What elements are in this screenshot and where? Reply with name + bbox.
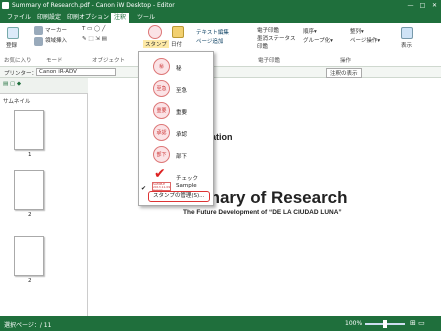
stamp-important-label[interactable]: 重要	[176, 108, 187, 116]
printer-label: プリンター：	[4, 71, 38, 77]
date-button[interactable]: 日付	[171, 40, 182, 48]
menu-bar: ファイル 印刷設定 印刷オプション 注釈 ツール	[0, 12, 441, 23]
close-button[interactable]: ✕	[428, 1, 441, 10]
thumbnail-page-num-2: 2	[28, 212, 32, 218]
menu-annotation[interactable]: 注釈	[111, 13, 130, 23]
highlight-label[interactable]: マーカー	[45, 26, 67, 34]
mode-icon-2[interactable]	[34, 37, 43, 46]
stamp-button[interactable]: スタンプ	[143, 40, 169, 48]
align-button[interactable]: 整列▾	[350, 27, 364, 35]
check-mark-icon[interactable]: ✔	[154, 166, 166, 182]
annotation-display-button[interactable]: 注釈の表示	[326, 68, 362, 78]
stamp-sample-label[interactable]: Sample	[176, 183, 197, 189]
mark-status-label[interactable]: 墨消ステータス	[257, 34, 296, 42]
group-mode: モード	[46, 58, 63, 64]
group-favorites: お気に入り	[4, 58, 32, 64]
window-title: Summary of Research.pdf - Canon iW Deskt…	[12, 2, 175, 9]
stamp-secret-icon[interactable]: ㊙	[153, 58, 170, 75]
stamp-urgent-label[interactable]: 至急	[176, 86, 187, 94]
favorites-icon[interactable]	[7, 27, 19, 39]
stamp-icon[interactable]	[148, 25, 162, 39]
area-insert-label[interactable]: 領域挿入	[45, 36, 67, 44]
date-icon[interactable]	[172, 26, 184, 38]
status-bar: 選択ページ：/ 11 100% ⊞ ▭	[0, 316, 441, 331]
menu-print-options[interactable]: 印刷オプション	[64, 13, 112, 23]
stamp-check-label[interactable]: チェック	[176, 174, 198, 182]
printer-select[interactable]: Canon iR-ADV	[36, 68, 116, 76]
zoom-level: 100%	[345, 320, 363, 327]
text-edit-button[interactable]: テキスト編集	[196, 28, 229, 36]
sample-stamp-icon[interactable]: SAMPLE 2013.11.09 Canon	[152, 182, 171, 191]
mode-icon[interactable]	[34, 26, 43, 35]
stamp-urgent-icon[interactable]: 至急	[153, 80, 170, 97]
doc-subtitle: The Future Development of “DE LA CIUDAD …	[183, 209, 342, 216]
print-toolbar: プリンター： Canon iR-ADV 注釈の表示	[0, 67, 441, 78]
page-op-button[interactable]: ページ操作▾	[350, 36, 380, 44]
stamp-important-icon[interactable]: 重要	[153, 102, 170, 119]
menu-print-settings[interactable]: 印刷設定	[34, 13, 64, 23]
thumbnail-page-num-3: 2	[28, 278, 32, 284]
thumbnail-title: サムネイル	[3, 99, 31, 105]
thumbnail-header: ▤ ▢ ◆	[0, 78, 88, 94]
stamp-secret-label[interactable]: 秘	[176, 64, 182, 72]
object-tools-2[interactable]: ✎ ⬚ ⇲ ▤	[82, 36, 107, 42]
menu-tools[interactable]: ツール	[134, 13, 158, 23]
view-mode-icons[interactable]: ⊞ ▭	[410, 319, 425, 327]
menu-file[interactable]: ファイル	[4, 13, 34, 23]
display-button[interactable]: 表示	[401, 41, 412, 49]
thumbnail-page-2[interactable]	[14, 170, 44, 210]
stamp-staff-label[interactable]: 部下	[176, 152, 187, 160]
group-object: オブジェクト	[92, 58, 126, 64]
selected-check-icon: ✔	[141, 185, 147, 192]
group-button[interactable]: グループ化▾	[303, 36, 333, 44]
stamp-approved-label[interactable]: 承認	[176, 130, 187, 138]
display-icon[interactable]	[401, 27, 413, 39]
e-sign-label[interactable]: 電子印鑑	[257, 26, 279, 34]
stamp-staff-icon[interactable]: 部下	[153, 146, 170, 163]
status-page: 選択ページ：/ 11	[4, 322, 52, 329]
stamp-dropdown: ㊙ 秘 至急 至急 重要 重要 承認 承認 部下 部下 ✔ チェック ✔ SAM…	[138, 51, 214, 206]
thumbnail-page-num-1: 1	[28, 152, 32, 158]
zoom-slider-thumb[interactable]	[383, 320, 387, 328]
object-tools[interactable]: T ▭ ◯ ╱	[82, 26, 105, 32]
order-button[interactable]: 順序▾	[303, 27, 317, 35]
manage-stamps-button[interactable]: スタンプの管理(S)...	[148, 191, 210, 202]
app-icon	[2, 2, 9, 9]
group-esign: 電子印鑑	[258, 58, 281, 64]
add-page-label[interactable]: ページ追加	[196, 37, 223, 45]
stamp-approved-icon[interactable]: 承認	[153, 124, 170, 141]
thumbnail-page-1[interactable]	[14, 110, 44, 150]
favorites-label: 登録	[6, 43, 18, 49]
thumbnail-tab-icon[interactable]: ▤ ▢ ◆	[3, 81, 21, 87]
thumbnail-page-3[interactable]	[14, 236, 44, 276]
title-bar: Summary of Research.pdf - Canon iW Deskt…	[0, 0, 441, 12]
e-sign-edit-label[interactable]: 印鑑	[257, 42, 268, 50]
ribbon: 登録 マーカー 領域挿入 T ▭ ◯ ╱ ✎ ⬚ ⇲ ▤ スタンプ 日付 テキス…	[0, 23, 441, 67]
group-ops: 操作	[340, 58, 352, 64]
